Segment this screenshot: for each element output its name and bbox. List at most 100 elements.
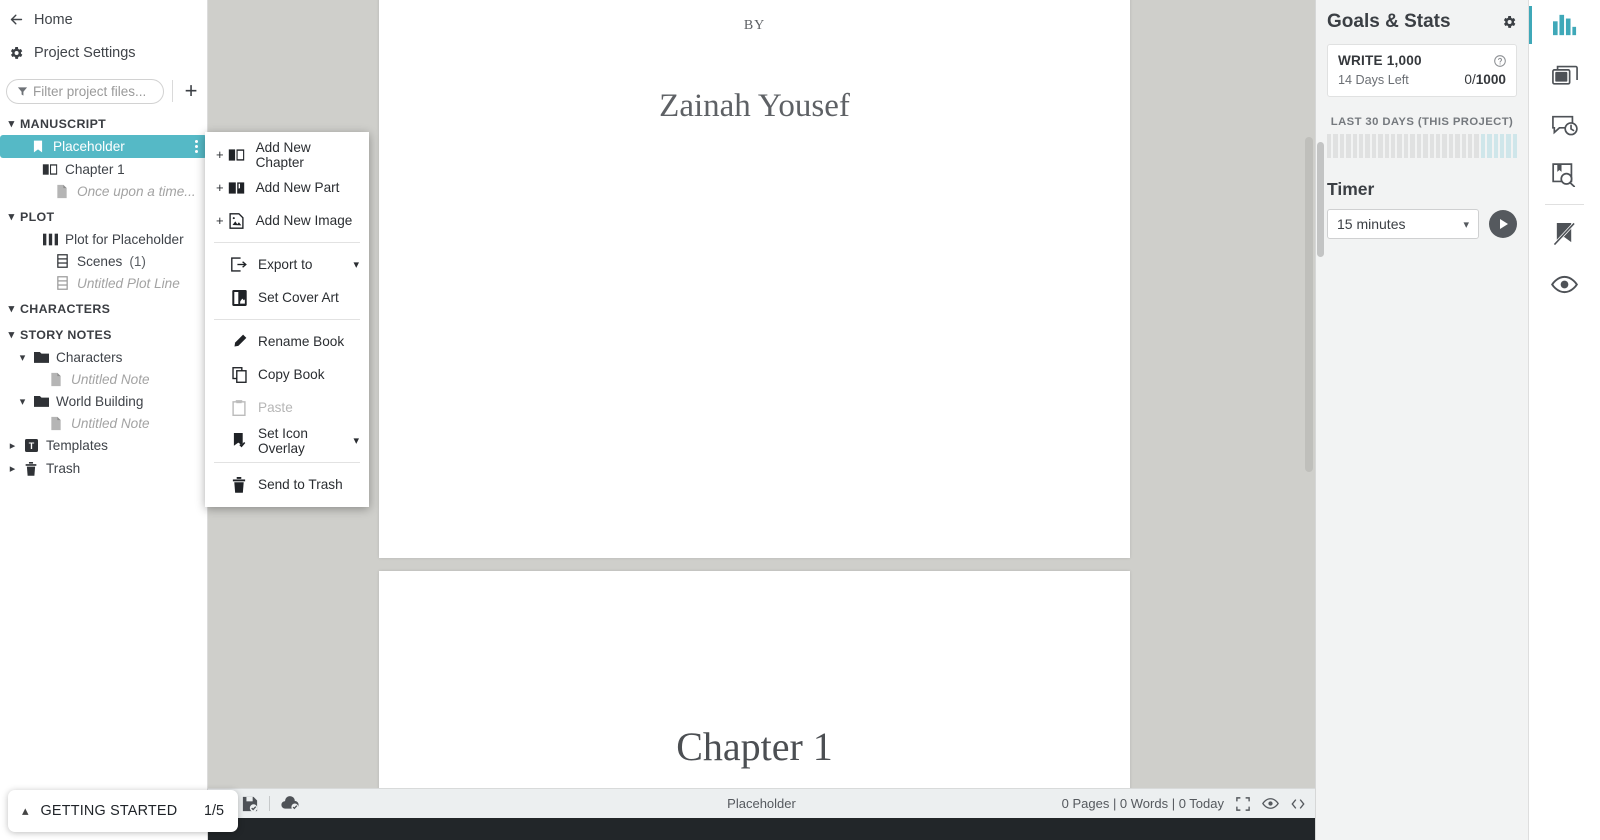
scene-list-icon (52, 276, 72, 290)
sidebar-item-label: Untitled Note (71, 371, 150, 387)
eye-icon[interactable] (1262, 797, 1279, 810)
menu-item-add-new-part[interactable]: + Add New Part (205, 171, 369, 204)
book-context-menu[interactable]: + Add New Chapter + Add New Part + Add N… (205, 132, 369, 507)
sparkline-bar (1327, 134, 1332, 158)
sidebar-item-scene[interactable]: Once upon a time... (0, 180, 207, 202)
sidebar-item-count: (1) (129, 253, 146, 269)
chapter-page[interactable]: Chapter 1 (379, 571, 1130, 788)
chapter-heading: Chapter 1 (676, 724, 833, 769)
bookmark-off-icon[interactable] (1529, 209, 1600, 259)
sidebar-item-world-building-folder[interactable]: ▾ World Building (0, 390, 207, 412)
sidebar-item-label: World Building (56, 393, 144, 409)
project-settings-button[interactable]: Project Settings (0, 36, 207, 69)
timer-duration-select[interactable]: 15 minutes ▾ (1327, 209, 1479, 239)
last-30-days-sparkline[interactable] (1327, 134, 1518, 158)
search-input[interactable]: Filter project files... (6, 78, 164, 104)
right-panel-scrollbar[interactable] (1317, 142, 1324, 257)
svg-text:T: T (28, 441, 34, 451)
sparkline-bar (1467, 134, 1473, 158)
sparkline-bar (1461, 134, 1466, 158)
menu-item-send-to-trash[interactable]: Send to Trash (205, 468, 369, 501)
sidebar-item-placeholder[interactable]: Placeholder (0, 135, 207, 158)
menu-item-label: Send to Trash (258, 477, 343, 492)
menu-item-set-cover-art[interactable]: Set Cover Art (205, 281, 369, 314)
menu-item-set-icon-overlay[interactable]: Set Icon Overlay ▾ (205, 424, 369, 457)
notecards-icon[interactable] (1529, 50, 1600, 100)
sparkline-bar (1365, 134, 1370, 158)
eye-icon[interactable] (1529, 259, 1600, 309)
group-header-characters[interactable]: ▾ CHARACTERS (0, 297, 207, 320)
menu-item-rename-book[interactable]: Rename Book (205, 325, 369, 358)
menu-item-label: Add New Image (255, 213, 353, 228)
chevron-right-icon[interactable]: ▸ (4, 439, 21, 452)
plus-icon: + (216, 213, 224, 228)
add-file-button[interactable]: + (181, 80, 201, 102)
sidebar-item-label: Templates (46, 438, 108, 453)
chevron-up-icon[interactable]: ▴ (22, 803, 29, 819)
group-header-plot[interactable]: ▾ PLOT (0, 205, 207, 228)
chevron-down-icon: ▾ (8, 329, 15, 341)
expand-icon[interactable] (1236, 796, 1250, 811)
sidebar-item-chapter-1[interactable]: Chapter 1 (0, 158, 207, 180)
sidebar-item-label: Untitled Plot Line (77, 275, 180, 291)
document-icon (46, 416, 66, 431)
book-search-icon[interactable] (1529, 150, 1600, 200)
title-page[interactable]: BY Zainah Yousef (379, 0, 1130, 558)
gear-icon[interactable] (1501, 14, 1517, 30)
timer-play-button[interactable] (1489, 210, 1517, 238)
sidebar-item-untitled-note[interactable]: Untitled Note (0, 368, 207, 390)
home-button[interactable]: Home (0, 3, 207, 36)
sidebar-item-untitled-note[interactable]: Untitled Note (0, 412, 207, 434)
editor-scrollbar[interactable] (1305, 137, 1313, 472)
collapse-arrows-icon[interactable] (1291, 798, 1305, 810)
status-bar-stats: 0 Pages | 0 Words | 0 Today (1061, 796, 1224, 811)
timer-heading: Timer (1327, 179, 1375, 199)
timer-controls: 15 minutes ▾ (1327, 209, 1517, 239)
menu-divider (214, 319, 360, 320)
sparkline-bar (1359, 134, 1364, 158)
group-label: PLOT (20, 209, 55, 224)
sidebar-item-label: Trash (46, 461, 81, 476)
sidebar-item-label: Chapter 1 (65, 161, 125, 177)
cloud-check-icon[interactable] (281, 796, 300, 811)
help-circle-icon[interactable] (1494, 54, 1506, 67)
bookmark-check-icon (227, 432, 251, 449)
comment-history-icon[interactable] (1529, 100, 1600, 150)
chevron-down-icon[interactable]: ▾ (14, 395, 31, 408)
folder-icon (31, 395, 51, 407)
getting-started-panel[interactable]: ▴ GETTING STARTED 1/5 (8, 790, 238, 832)
save-check-icon[interactable] (242, 796, 258, 812)
menu-item-add-new-image[interactable]: + Add New Image (205, 204, 369, 237)
sidebar-item-trash[interactable]: ▸ Trash (0, 457, 207, 480)
timer-duration-value: 15 minutes (1337, 216, 1406, 232)
chevron-down-icon[interactable]: ▾ (14, 351, 31, 364)
sparkline-bar (1384, 134, 1390, 158)
sidebar-item-untitled-plot-line[interactable]: Untitled Plot Line (0, 272, 207, 294)
menu-item-add-new-chapter[interactable]: + Add New Chapter (205, 138, 369, 171)
goal-card[interactable]: WRITE 1,000 14 Days Left 0/1000 (1327, 44, 1517, 97)
stats-icon[interactable] (1529, 0, 1600, 50)
sidebar-item-plot-for-placeholder[interactable]: Plot for Placeholder (0, 228, 207, 250)
status-bar-right: 0 Pages | 0 Words | 0 Today (1062, 796, 1315, 811)
chevron-down-icon: ▾ (8, 211, 15, 223)
book-icon (28, 139, 48, 154)
chevron-right-icon[interactable]: ▸ (4, 462, 21, 475)
menu-item-copy-book[interactable]: Copy Book (205, 358, 369, 391)
goals-stats-header: Goals & Stats (1316, 0, 1528, 43)
sparkline-bar (1506, 134, 1511, 158)
item-menu-icon[interactable] (195, 140, 198, 153)
menu-item-label: Set Cover Art (258, 290, 339, 305)
group-header-story-notes[interactable]: ▾ STORY NOTES (0, 323, 207, 346)
sidebar-item-templates[interactable]: ▸ T Templates (0, 434, 207, 457)
menu-item-export-to[interactable]: Export to ▾ (205, 248, 369, 281)
sparkline-bar (1474, 134, 1479, 158)
menu-item-label: Paste (258, 400, 293, 415)
sidebar-item-label: Untitled Note (71, 415, 150, 431)
sparkline-bar (1442, 134, 1447, 158)
sparkline-bar (1416, 134, 1422, 158)
last-30-days-label: LAST 30 DAYS (THIS PROJECT) (1330, 116, 1514, 128)
sidebar-item-characters-folder[interactable]: ▾ Characters (0, 346, 207, 368)
sidebar-item-scenes[interactable]: Scenes (1) (0, 250, 207, 272)
menu-divider (214, 242, 360, 243)
group-header-manuscript[interactable]: ▾ MANUSCRIPT (0, 112, 207, 135)
